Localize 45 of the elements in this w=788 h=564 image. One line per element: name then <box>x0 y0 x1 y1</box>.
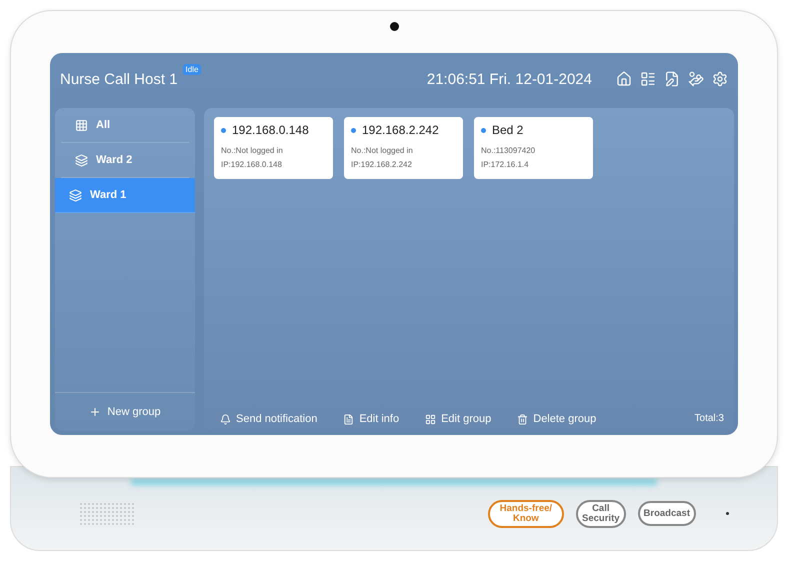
document-icon <box>343 414 354 424</box>
sensor-icon <box>726 512 729 515</box>
layers-icon <box>75 154 88 166</box>
sidebar-label: All <box>96 119 110 131</box>
action-button[interactable]: Edit group <box>425 413 492 425</box>
device-card[interactable]: Bed 2 No.:113097420 IP:172.16.1.4 <box>474 117 593 179</box>
hardware-button[interactable]: Hands-free/ Know <box>488 500 564 528</box>
device-card[interactable]: 192.168.0.148 No.:Not logged in IP:192.168.0.148 <box>214 117 333 179</box>
device-number: No.:113097420 <box>481 145 536 157</box>
hardware-button[interactable]: Call Security <box>576 500 626 528</box>
device-ip: IP:172.16.1.4 <box>481 159 530 171</box>
speaker-grille-icon <box>79 502 135 526</box>
hand-icon[interactable] <box>688 71 704 87</box>
date-time: 21:06:51 Fri. 12-01-2024 <box>426 70 592 88</box>
device-name: 192.168.2.242 <box>362 123 439 137</box>
sidebar-label: Ward 2 <box>96 154 132 166</box>
edit-document-icon[interactable] <box>664 71 680 87</box>
hardware-button[interactable]: Broadcast <box>638 501 696 526</box>
device-name: 192.168.0.148 <box>232 123 309 137</box>
home-icon[interactable] <box>616 71 632 87</box>
grid-icon <box>75 118 88 132</box>
sidebar-item[interactable]: All <box>61 108 189 143</box>
device-card[interactable]: 192.168.2.242 No.:Not logged in IP:192.168.2.242 <box>344 117 463 179</box>
list-icon[interactable] <box>640 71 656 87</box>
trash-icon <box>517 414 528 424</box>
camera-icon <box>390 22 399 31</box>
sidebar-item[interactable]: Ward 1 <box>55 178 195 213</box>
device-number: No.:Not logged in <box>351 145 414 157</box>
device-name: Bed 2 <box>492 123 524 137</box>
grid-icon <box>425 414 436 424</box>
layers-icon <box>69 188 82 202</box>
total-count: Total:3 <box>694 413 724 424</box>
action-button[interactable]: Edit info <box>343 413 400 425</box>
host-title: Nurse Call Host 1 <box>60 70 178 88</box>
new-group-link[interactable]: New group <box>107 406 161 418</box>
device-ip: IP:192.168.0.148 <box>221 159 283 171</box>
settings-icon[interactable] <box>712 71 728 87</box>
bell-icon <box>220 414 231 424</box>
sidebar-label: Ward 1 <box>90 189 126 201</box>
action-button[interactable]: Send notification <box>220 413 318 425</box>
device-ip: IP:192.168.2.242 <box>351 159 413 171</box>
device-number: No.:Not logged in <box>221 145 284 157</box>
action-button[interactable]: Delete group <box>517 413 596 425</box>
plus-icon[interactable] <box>89 406 102 418</box>
status-badge: Idle <box>182 64 202 75</box>
